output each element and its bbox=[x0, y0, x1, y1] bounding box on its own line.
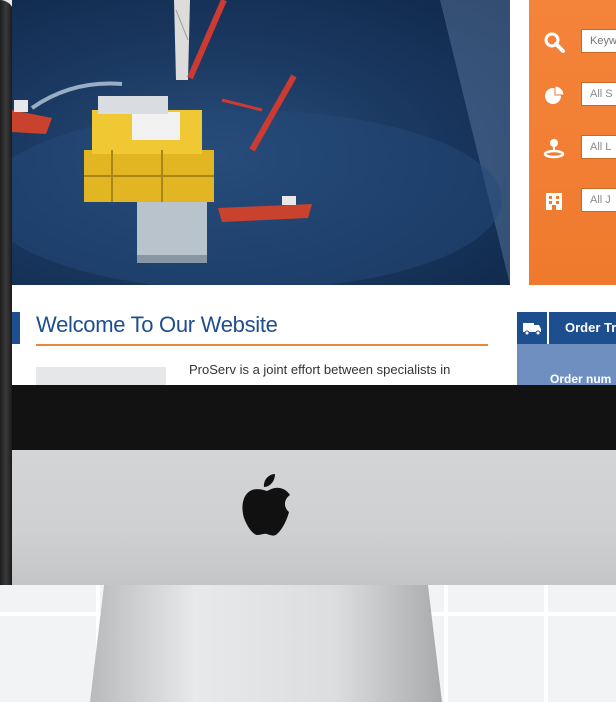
monitor-black-border bbox=[12, 385, 616, 450]
search-row-keyword bbox=[529, 27, 616, 55]
order-tracking-header[interactable]: Order Tr bbox=[517, 312, 616, 344]
location-select[interactable]: All L bbox=[581, 135, 616, 159]
apple-logo bbox=[242, 474, 290, 536]
order-tracking-title: Order Tr bbox=[565, 320, 616, 335]
sector-select[interactable]: All S bbox=[581, 82, 616, 106]
monitor-chin bbox=[12, 450, 616, 585]
oil-platform-illustration bbox=[12, 0, 502, 285]
search-row-location: All L bbox=[529, 133, 616, 161]
search-row-sector: All S bbox=[529, 80, 616, 108]
location-icon bbox=[543, 139, 565, 159]
monitor-screen: All S All L All J Welcome To Our Website bbox=[12, 0, 616, 385]
job-type-select[interactable]: All J bbox=[581, 188, 616, 212]
pie-chart-icon bbox=[545, 85, 565, 104]
monitor-stand bbox=[90, 585, 442, 702]
welcome-heading: Welcome To Our Website bbox=[36, 312, 278, 337]
order-number-label: Order num bbox=[550, 372, 612, 385]
hero-image bbox=[12, 0, 510, 285]
welcome-body-text: ProServ is a joint effort between specia… bbox=[189, 362, 451, 377]
order-icon-box bbox=[517, 312, 549, 344]
welcome-thumbnail bbox=[36, 367, 166, 385]
keyword-input[interactable] bbox=[581, 29, 616, 53]
welcome-divider bbox=[36, 344, 488, 346]
search-panel: All S All L All J bbox=[529, 0, 616, 285]
welcome-accent-bar bbox=[12, 312, 20, 344]
building-icon bbox=[546, 193, 562, 210]
search-icon bbox=[544, 32, 565, 53]
truck-icon bbox=[523, 323, 541, 336]
search-row-job: All J bbox=[529, 186, 616, 214]
order-tracking-widget: Order Tr Order num bbox=[517, 312, 616, 385]
